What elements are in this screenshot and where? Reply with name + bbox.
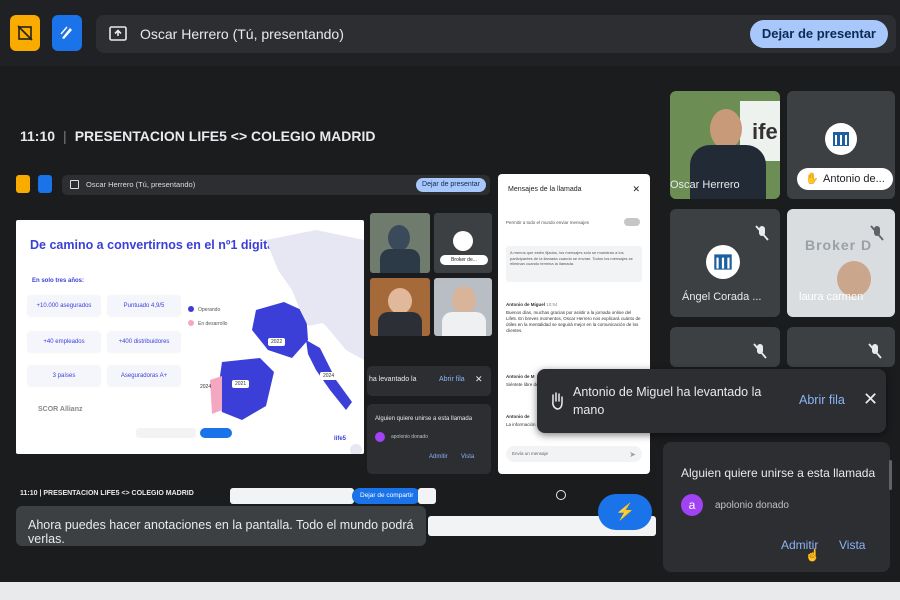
mic-off-icon bbox=[755, 225, 769, 241]
mini-name-pill: Broker de... bbox=[440, 255, 488, 265]
inner-footer-close bbox=[418, 488, 436, 504]
close-icon[interactable]: ✕ bbox=[863, 389, 878, 410]
stat-box: +10.000 asegurados bbox=[28, 296, 100, 316]
raised-hand-text: Antonio de Miguel ha levantado la mano bbox=[573, 385, 762, 417]
inner-view: Vista bbox=[461, 454, 475, 460]
bottom-strip bbox=[0, 582, 900, 600]
annotate-pen-icon[interactable] bbox=[52, 15, 82, 51]
info-icon bbox=[556, 490, 566, 500]
legend-dot-developing bbox=[188, 320, 194, 326]
inner-stop-button: Dejar de presentar bbox=[416, 178, 486, 192]
annotation-toast-text: Ahora puedes hacer anotaciones en la pan… bbox=[28, 518, 414, 546]
presenting-label: Oscar Herrero (Tú, presentando) bbox=[140, 26, 344, 42]
avatar: a bbox=[681, 494, 703, 516]
stat-box: Aseguradoras A+ bbox=[108, 366, 180, 386]
chat-info-note: A menos que estén fijados, los mensajes … bbox=[506, 246, 642, 282]
inner-join-person: apolonio donado bbox=[391, 434, 428, 440]
slide-overlay-button bbox=[200, 428, 232, 438]
inner-share-button: Dejar de compartir bbox=[352, 488, 422, 504]
meeting-name: PRESENTACION LIFE5 <> COLEGIO MADRID bbox=[74, 128, 376, 144]
raised-hand-toast: Antonio de Miguel ha levantado la mano A… bbox=[537, 369, 886, 433]
inner-presenting-pill: Oscar Herrero (Tú, presentando) Dejar de… bbox=[62, 175, 490, 195]
raised-hand-icon: ✋ bbox=[805, 173, 819, 185]
mini-tile-video bbox=[370, 213, 430, 273]
stat-box: 3 países bbox=[28, 366, 100, 386]
participant-tile-laura[interactable]: Broker D laura carmen bbox=[787, 209, 895, 317]
inner-footer-title: 11:10 | PRESENTACION LIFE5 <> COLEGIO MA… bbox=[20, 490, 194, 497]
stat-box: Puntuado 4,9/5 bbox=[108, 296, 180, 316]
brand-logo: life5 bbox=[334, 436, 347, 442]
present-screen-icon bbox=[108, 24, 128, 49]
chat-permission-toggle[interactable] bbox=[624, 218, 640, 226]
chat-permission-option: Permitir a todo el mundo enviar mensajes bbox=[506, 220, 590, 225]
participant-name: laura carmen bbox=[799, 291, 864, 303]
mic-off-icon bbox=[868, 343, 882, 359]
chat-message-input[interactable]: Envía un mensaje bbox=[506, 446, 642, 462]
map-year-label: 2021 bbox=[232, 380, 250, 388]
inner-join-request: Alguien quiere unirse a esta llamada apo… bbox=[367, 404, 491, 474]
mic-off-icon bbox=[870, 225, 884, 241]
annotation-off-icon[interactable] bbox=[10, 15, 40, 51]
inner-raised-hand-toast: ha levantado la Abrir fila ✕ bbox=[367, 366, 491, 396]
participant-tile-angel[interactable]: Ángel Corada ... bbox=[670, 209, 780, 317]
participant-name: Ángel Corada ... bbox=[682, 291, 762, 303]
annotate-fab-button[interactable]: ⚡ bbox=[598, 494, 652, 530]
legend-dot-operating bbox=[188, 306, 194, 312]
join-request-person: apolonio donado bbox=[715, 500, 789, 511]
participant-tile-oscar[interactable]: ife Oscar Herrero bbox=[670, 91, 780, 199]
mini-tile-logo: Broker de... bbox=[434, 213, 492, 273]
inner-presenting-label: Oscar Herrero (Tú, presentando) bbox=[86, 180, 196, 189]
open-queue-button[interactable]: Abrir fila bbox=[799, 393, 845, 407]
map-year-label: 2024 bbox=[200, 384, 212, 390]
close-icon[interactable]: ✕ bbox=[632, 184, 640, 195]
stat-box: +400 distribuidores bbox=[108, 332, 180, 352]
inner-present-icon bbox=[70, 180, 79, 189]
send-icon[interactable]: ➤ bbox=[629, 450, 636, 459]
presenting-bar: Oscar Herrero (Tú, presentando) Dejar de… bbox=[0, 0, 900, 66]
map-year-label: 2024 bbox=[320, 372, 338, 380]
meeting-time: 11:10 bbox=[20, 128, 56, 144]
participant-logo-icon bbox=[825, 123, 857, 155]
inner-pen-icon bbox=[38, 175, 52, 193]
meeting-title: 11:10 | PRESENTACION LIFE5 <> COLEGIO MADR… bbox=[20, 128, 376, 144]
presenting-pill: Oscar Herrero (Tú, presentando) Dejar de… bbox=[96, 15, 896, 53]
inner-avatar bbox=[375, 432, 385, 442]
stop-presenting-button[interactable]: Dejar de presentar bbox=[749, 20, 888, 48]
presentation-slide: De camino a convertirnos en el nº1 digit… bbox=[16, 220, 364, 454]
participant-name-pill: ✋ Antonio de... bbox=[797, 168, 893, 190]
partner-logos: SCOR Allianz bbox=[38, 406, 83, 413]
inner-join-title: Alguien quiere unirse a esta llamada bbox=[375, 416, 473, 422]
slide-overlay-chip bbox=[136, 428, 196, 438]
inner-footer-chip bbox=[230, 488, 354, 504]
participant-tile[interactable] bbox=[787, 327, 895, 367]
raised-hand-icon bbox=[552, 392, 563, 410]
inner-close-icon: ✕ bbox=[475, 374, 483, 384]
chat-author: Antonio de Miguel 10:54 bbox=[506, 302, 558, 307]
slide-subtitle: En solo tres años: bbox=[32, 278, 85, 284]
mini-tile-video bbox=[434, 278, 492, 336]
participant-logo-icon bbox=[706, 245, 740, 279]
stat-box: +40 empleados bbox=[28, 332, 100, 352]
join-request-panel: Alguien quiere unirse a esta llamada a a… bbox=[663, 442, 890, 572]
participant-tile[interactable] bbox=[670, 327, 780, 367]
participant-tile-antonio[interactable]: ✋ Antonio de... bbox=[787, 91, 895, 199]
inner-admit: Admitir bbox=[429, 454, 448, 460]
map-year-label: 2022 bbox=[268, 338, 286, 346]
view-button[interactable]: Vista bbox=[839, 538, 865, 552]
annotation-toast: Ahora puedes hacer anotaciones en la pan… bbox=[16, 506, 426, 546]
scrollbar[interactable] bbox=[889, 460, 892, 490]
overlay-text: Broker D bbox=[805, 237, 873, 253]
chat-header: Mensajes de la llamada bbox=[508, 186, 582, 193]
inner-open-queue: Abrir fila bbox=[439, 376, 465, 383]
participant-name: Oscar Herrero bbox=[670, 179, 740, 191]
inner-annotation-icon bbox=[16, 175, 30, 193]
mini-tile-video bbox=[370, 278, 430, 336]
chat-message: Buenos días, muchas gracias por asistir … bbox=[506, 310, 641, 333]
mouse-cursor-icon: ☝ bbox=[805, 548, 820, 562]
inner-raised-text: ha levantado la bbox=[369, 376, 417, 383]
join-request-title: Alguien quiere unirse a esta llamada bbox=[681, 466, 876, 480]
mic-off-icon bbox=[753, 343, 767, 359]
